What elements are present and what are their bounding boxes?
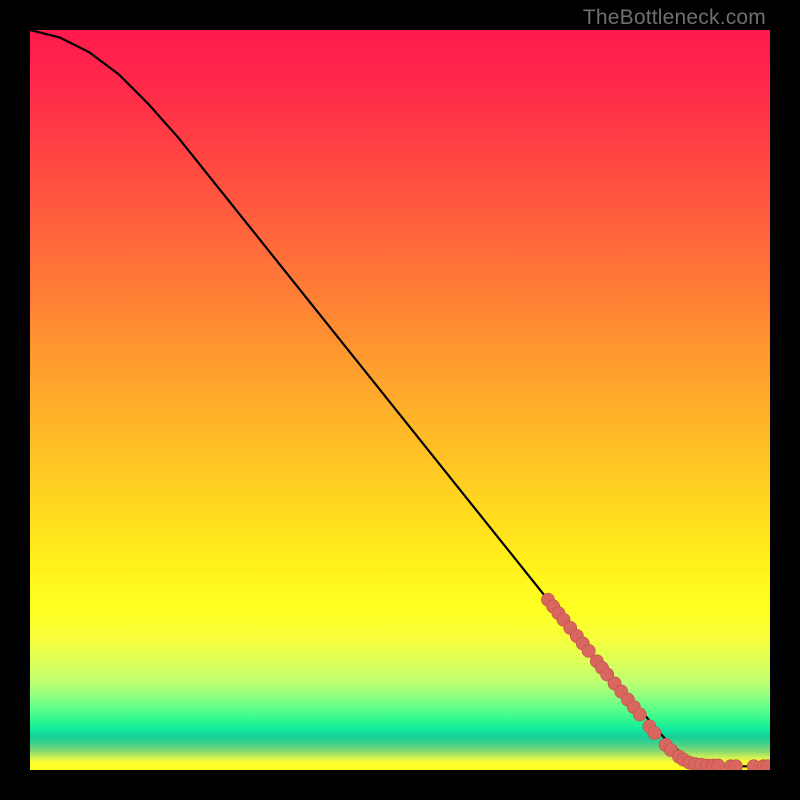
data-marker	[712, 759, 725, 770]
bottleneck-curve	[30, 30, 770, 766]
plot-area	[30, 30, 770, 770]
chart-overlay-svg	[30, 30, 770, 770]
chart-stage: TheBottleneck.com	[0, 0, 800, 800]
watermark-text: TheBottleneck.com	[583, 6, 766, 30]
data-marker	[633, 708, 646, 721]
data-marker	[729, 760, 742, 770]
data-marker	[648, 727, 661, 740]
marker-group	[542, 593, 771, 770]
